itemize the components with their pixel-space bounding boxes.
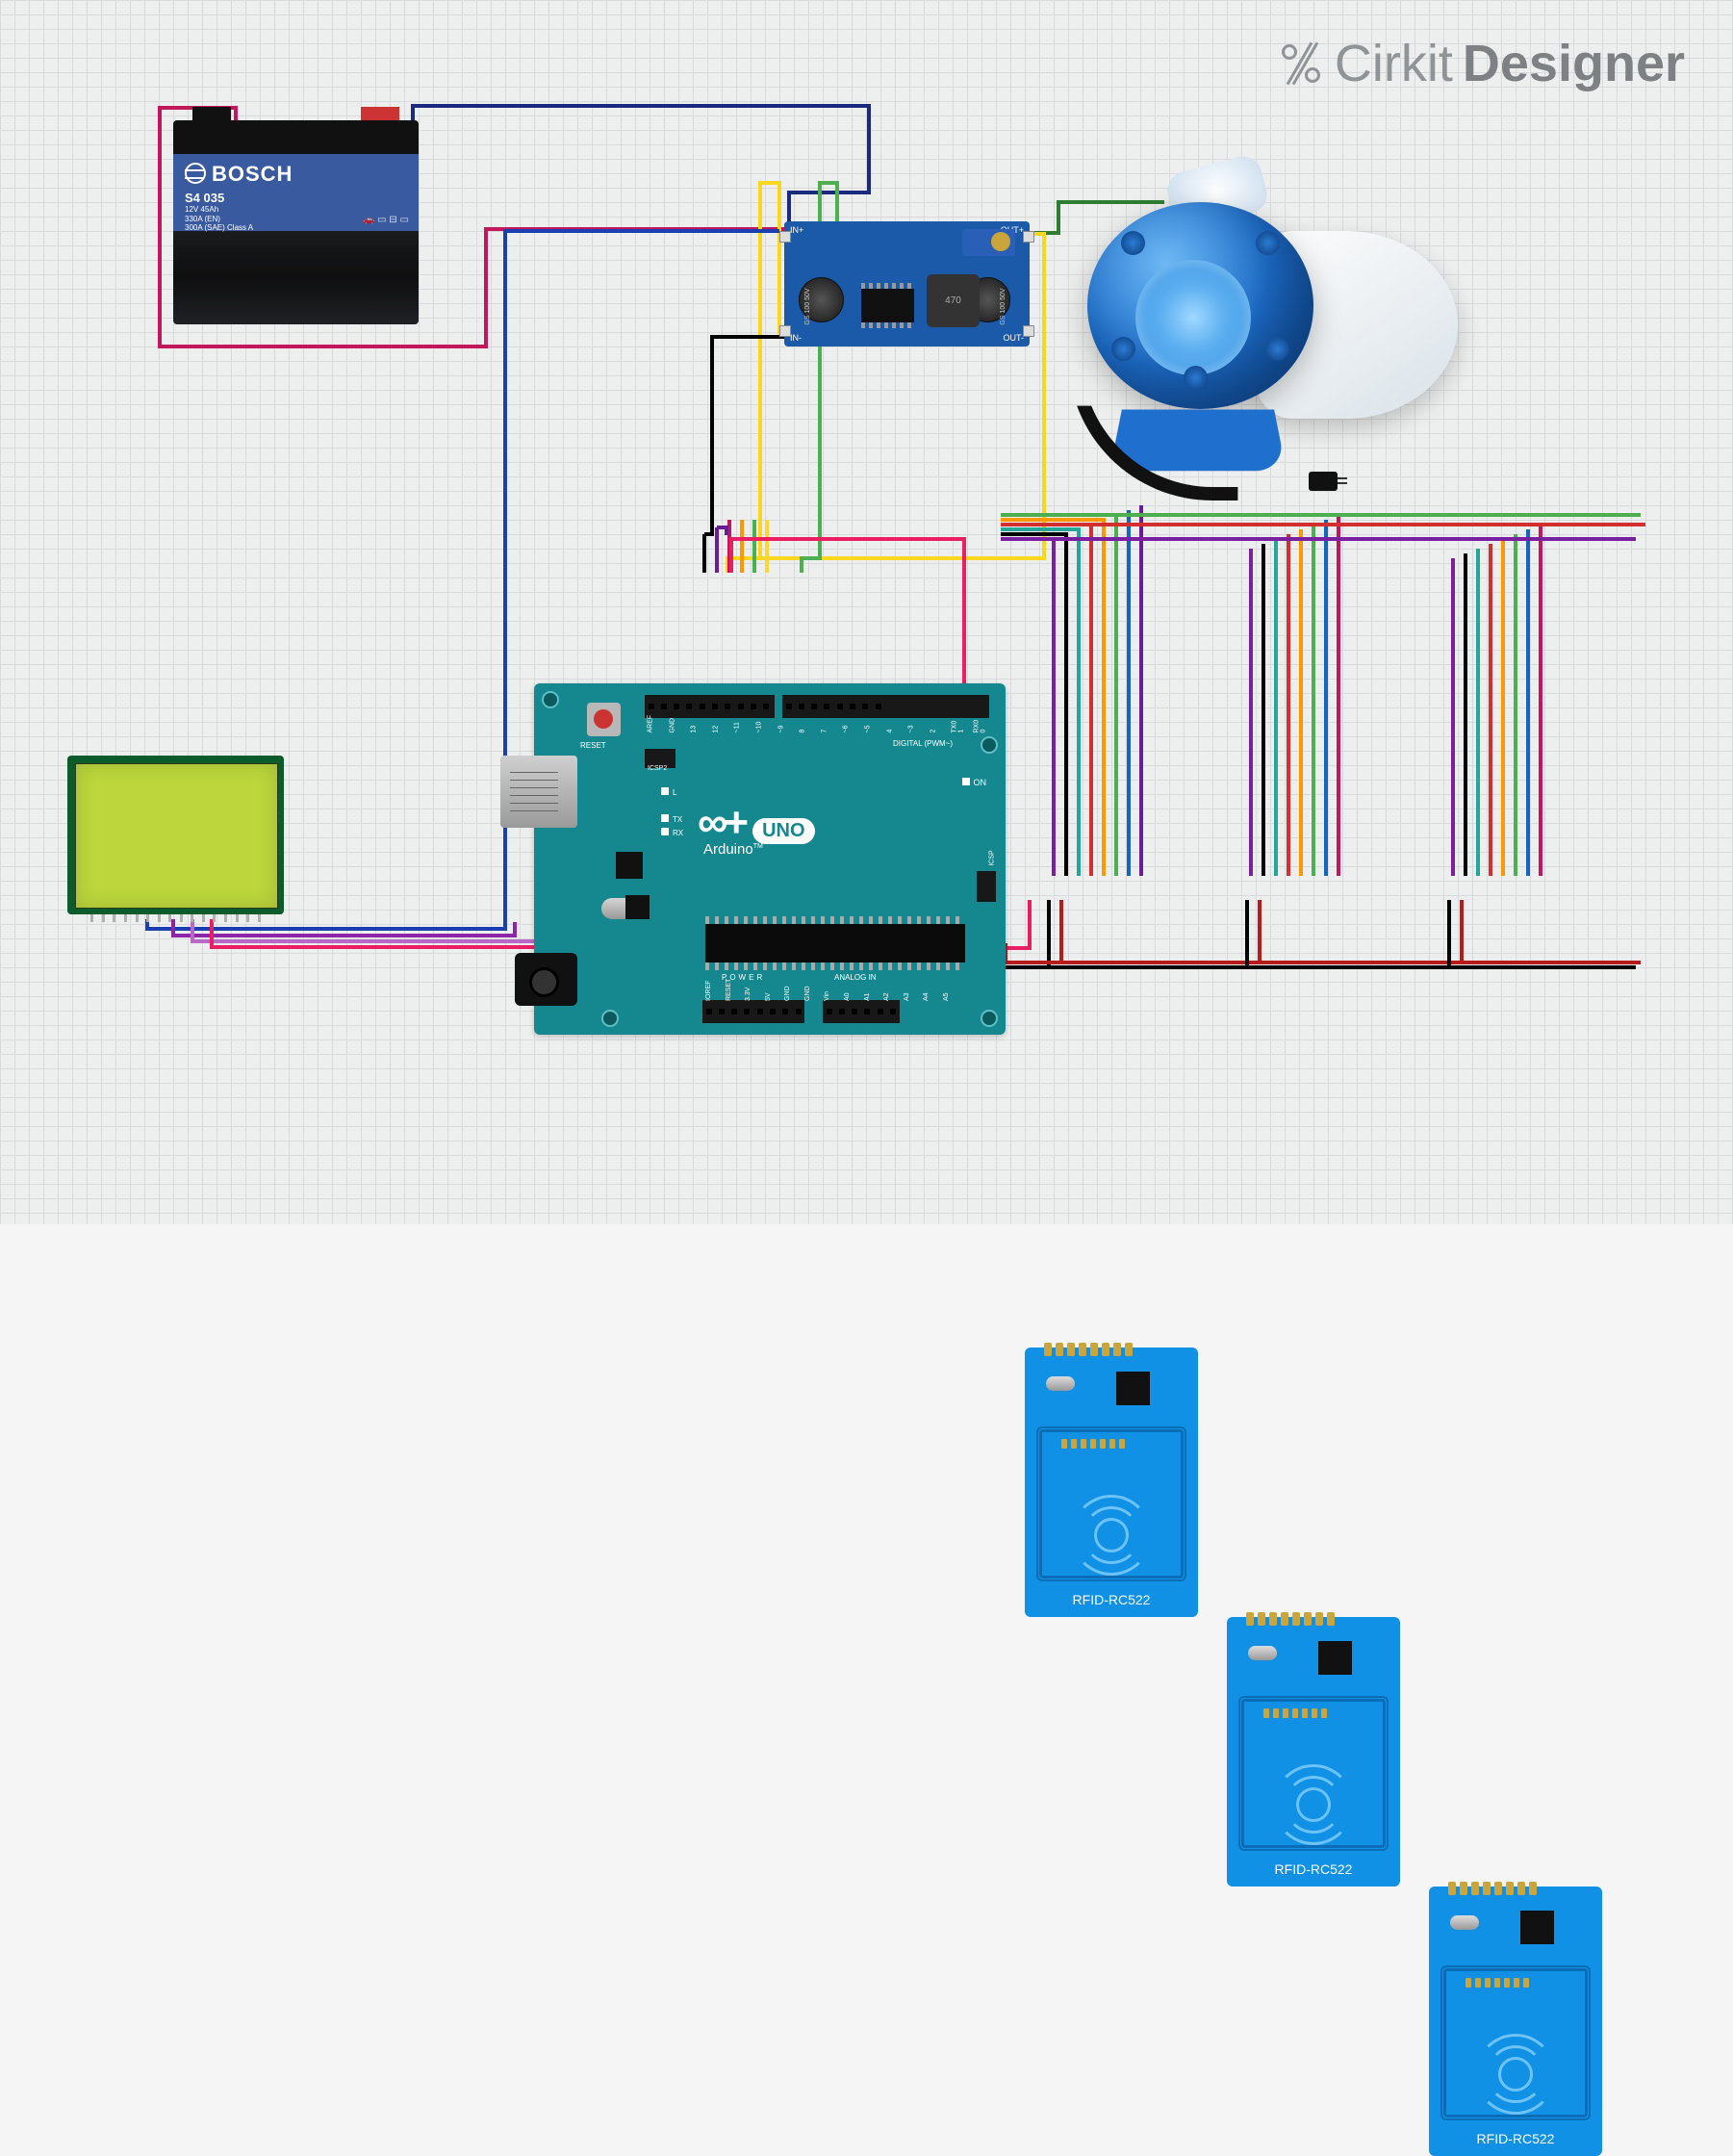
arduino-regulator: [625, 895, 650, 919]
buck-pad-out-plus[interactable]: [1023, 231, 1034, 243]
battery-case: [173, 231, 419, 324]
buck-inductor: 470: [927, 274, 980, 327]
arduino-tx-rx-leds: TXRX: [661, 813, 683, 840]
siren-blower[interactable]: [1087, 173, 1463, 481]
arduino-reset-button[interactable]: [587, 703, 621, 736]
arduino-usb-port[interactable]: [500, 756, 577, 828]
rfid-chip: [1520, 1911, 1554, 1944]
buck-label-out-minus: OUT-: [1004, 333, 1025, 343]
battery-spec1: 12V 45Ah: [185, 205, 407, 215]
lcd-128x64[interactable]: [67, 756, 284, 914]
rfid-pins[interactable]: [1448, 1882, 1537, 1895]
siren-plug: [1309, 472, 1338, 491]
buck-ic-lm2596: [861, 289, 914, 322]
buck-cap-label2: GS 100 50V: [1000, 285, 1007, 328]
arduino-icsp2-label: ICSP2: [648, 765, 667, 772]
rfid-rc522-3[interactable]: RFID-RC522: [1429, 1886, 1602, 2156]
rfid-crystal: [1450, 1915, 1479, 1930]
rfid-pins[interactable]: [1044, 1343, 1133, 1356]
rfid-chip: [1116, 1372, 1150, 1405]
arduino-mcu-smd: [616, 852, 643, 879]
rfid-label: RFID-RC522: [1227, 1861, 1400, 1877]
arduino-on-led: ON: [962, 778, 987, 787]
arduino-header-digital-right[interactable]: [782, 695, 989, 718]
cirkit-designer-logo: Cirkit Designer: [1277, 34, 1685, 93]
buck-trimpot[interactable]: [962, 229, 1015, 256]
arduino-pin-labels-top: AREFGND1312~11~10~987~6~54~32TX0 1RX0 0: [648, 720, 986, 733]
arduino-reset-label: RESET: [580, 741, 606, 750]
battery-12v[interactable]: BOSCH S4 035 12V 45Ah 330A (EN) 300A (SA…: [173, 120, 419, 313]
arduino-header-digital-left[interactable]: [645, 695, 775, 718]
battery-label-panel: BOSCH S4 035 12V 45Ah 330A (EN) 300A (SA…: [173, 154, 419, 231]
rfid-crystal: [1046, 1376, 1075, 1391]
logo-product: Designer: [1463, 34, 1685, 93]
arduino-icsp-header[interactable]: [977, 871, 996, 902]
battery-terminals: [173, 120, 419, 154]
rfid-label: RFID-RC522: [1025, 1592, 1198, 1607]
arduino-header-analog[interactable]: [823, 1000, 900, 1023]
arduino-barrel-jack[interactable]: [515, 953, 577, 1006]
rfid-chip: [1318, 1641, 1352, 1675]
logo-brand: Cirkit: [1335, 34, 1453, 93]
battery-brand: BOSCH: [212, 162, 293, 186]
arduino-digital-label: DIGITAL (PWM~): [893, 739, 953, 748]
arduino-atmega328p: [705, 924, 965, 962]
battery-model: S4 035: [185, 191, 407, 205]
arduino-pin-labels-bottom: IOREFRESET3.3V5VGNDGNDVinA0A1A2A3A4A5: [702, 991, 953, 998]
rfid-label: RFID-RC522: [1429, 2131, 1602, 2146]
buck-label-in-minus: IN-: [790, 333, 802, 343]
arduino-icsp-label: ICSP: [988, 850, 995, 865]
buck-cap-label1: GS 100 50V: [804, 285, 811, 328]
rfid-pins[interactable]: [1246, 1612, 1335, 1626]
lcd-pin-header[interactable]: [87, 914, 265, 922]
buck-label-in-plus: IN+: [790, 225, 803, 235]
rfid-crystal: [1248, 1646, 1277, 1660]
lcd-screen: [75, 763, 278, 909]
cirkit-icon: [1277, 39, 1325, 88]
rfid-rc522-2[interactable]: RFID-RC522: [1227, 1617, 1400, 1886]
arduino-brand-marking: ∞+UNO ArduinoTM: [698, 799, 815, 858]
siren-globe: [1087, 202, 1313, 409]
rfid-rc522-1[interactable]: RFID-RC522: [1025, 1348, 1198, 1617]
arduino-uno[interactable]: RESET ICSP2 L TXRX ∞+UNO ArduinoTM ON DI…: [534, 683, 1006, 1035]
buck-converter-lm2596[interactable]: IN+ IN- OUT+ OUT- GS 100 50V GS 100 50V …: [784, 221, 1030, 346]
buck-pad-out-minus[interactable]: [1023, 325, 1034, 337]
arduino-analog-label: ANALOG IN: [834, 973, 877, 982]
arduino-led-l: L: [661, 787, 676, 797]
arduino-header-power[interactable]: [702, 1000, 804, 1023]
